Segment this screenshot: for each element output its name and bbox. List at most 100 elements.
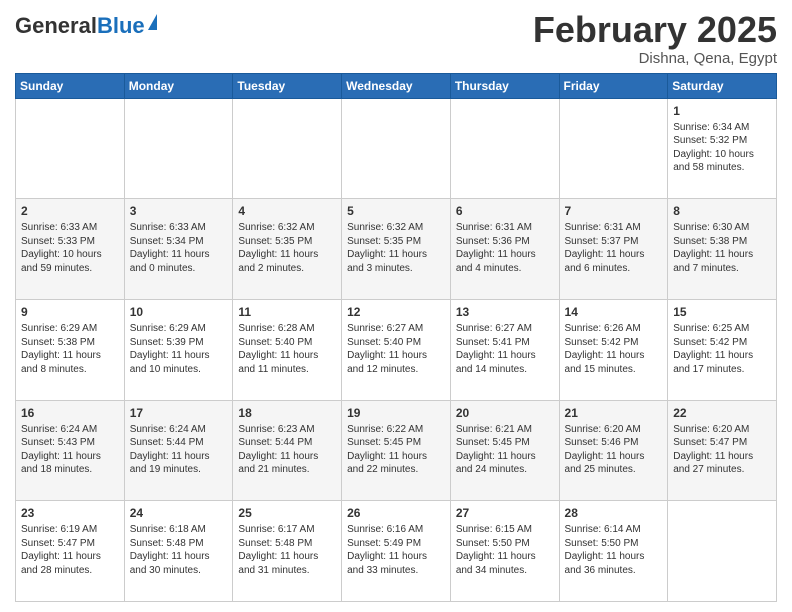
week-row-4: 16 Sunrise: 6:24 AM Sunset: 5:43 PM Dayli… (16, 400, 777, 501)
day-header-friday: Friday (559, 73, 668, 98)
day-number: 12 (347, 304, 445, 320)
day-cell: 17 Sunrise: 6:24 AM Sunset: 5:44 PM Dayli… (124, 400, 233, 501)
day-cell: 18 Sunrise: 6:23 AM Sunset: 5:44 PM Dayli… (233, 400, 342, 501)
day-header-saturday: Saturday (668, 73, 777, 98)
day-info: Sunrise: 6:26 AM Sunset: 5:42 PM Dayligh… (565, 322, 663, 376)
day-cell: 23 Sunrise: 6:19 AM Sunset: 5:47 PM Dayli… (16, 501, 125, 602)
day-info: Sunrise: 6:14 AM Sunset: 5:50 PM Dayligh… (565, 523, 663, 577)
day-info: Sunrise: 6:15 AM Sunset: 5:50 PM Dayligh… (456, 523, 554, 577)
day-info: Sunrise: 6:34 AM Sunset: 5:32 PM Dayligh… (673, 121, 771, 175)
day-cell (668, 501, 777, 602)
day-cell: 24Sunrise: 6:18 AM Sunset: 5:48 PM Dayli… (124, 501, 233, 602)
day-cell: 13 Sunrise: 6:27 AM Sunset: 5:41 PM Dayli… (450, 299, 559, 400)
day-cell: 20Sunrise: 6:21 AM Sunset: 5:45 PM Dayli… (450, 400, 559, 501)
month-title: February 2025 (533, 10, 777, 50)
day-number: 20 (456, 405, 554, 421)
day-cell: 2 Sunrise: 6:33 AM Sunset: 5:33 PM Daylig… (16, 199, 125, 300)
day-number: 17 (130, 405, 228, 421)
logo: GeneralBlue (15, 14, 157, 38)
day-number: 2 (21, 203, 119, 219)
week-row-1: 1 Sunrise: 6:34 AM Sunset: 5:32 PM Daylig… (16, 98, 777, 199)
day-header-thursday: Thursday (450, 73, 559, 98)
day-info: Sunrise: 6:31 AM Sunset: 5:36 PM Dayligh… (456, 221, 554, 275)
day-cell: 26 Sunrise: 6:16 AM Sunset: 5:49 PM Dayli… (342, 501, 451, 602)
day-info: Sunrise: 6:27 AM Sunset: 5:41 PM Dayligh… (456, 322, 554, 376)
day-info: Sunrise: 6:30 AM Sunset: 5:38 PM Dayligh… (673, 221, 771, 275)
title-block: February 2025 Dishna, Qena, Egypt (533, 10, 777, 67)
location: Dishna, Qena, Egypt (533, 50, 777, 67)
day-cell: 19Sunrise: 6:22 AM Sunset: 5:45 PM Dayli… (342, 400, 451, 501)
day-info: Sunrise: 6:20 AM Sunset: 5:47 PM Dayligh… (673, 423, 771, 477)
day-number: 9 (21, 304, 119, 320)
day-number: 7 (565, 203, 663, 219)
calendar-table: SundayMondayTuesdayWednesdayThursdayFrid… (15, 73, 777, 602)
day-number: 5 (347, 203, 445, 219)
day-info: Sunrise: 6:28 AM Sunset: 5:40 PM Dayligh… (238, 322, 336, 376)
day-info: Sunrise: 6:25 AM Sunset: 5:42 PM Dayligh… (673, 322, 771, 376)
day-number: 21 (565, 405, 663, 421)
day-cell: 4 Sunrise: 6:32 AM Sunset: 5:35 PM Daylig… (233, 199, 342, 300)
day-cell (559, 98, 668, 199)
day-info: Sunrise: 6:16 AM Sunset: 5:49 PM Dayligh… (347, 523, 445, 577)
day-info: Sunrise: 6:32 AM Sunset: 5:35 PM Dayligh… (238, 221, 336, 275)
day-number: 8 (673, 203, 771, 219)
day-number: 6 (456, 203, 554, 219)
day-cell: 15 Sunrise: 6:25 AM Sunset: 5:42 PM Dayli… (668, 299, 777, 400)
day-cell: 25 Sunrise: 6:17 AM Sunset: 5:48 PM Dayli… (233, 501, 342, 602)
day-cell: 9 Sunrise: 6:29 AM Sunset: 5:38 PM Daylig… (16, 299, 125, 400)
day-number: 23 (21, 505, 119, 521)
day-cell: 3 Sunrise: 6:33 AM Sunset: 5:34 PM Daylig… (124, 199, 233, 300)
day-cell: 12 Sunrise: 6:27 AM Sunset: 5:40 PM Dayli… (342, 299, 451, 400)
day-number: 25 (238, 505, 336, 521)
logo-text-block: GeneralBlue (15, 14, 157, 38)
day-number: 1 (673, 103, 771, 119)
day-cell: 6 Sunrise: 6:31 AM Sunset: 5:36 PM Daylig… (450, 199, 559, 300)
day-number: 4 (238, 203, 336, 219)
day-info: Sunrise: 6:27 AM Sunset: 5:40 PM Dayligh… (347, 322, 445, 376)
day-number: 24 (130, 505, 228, 521)
day-number: 15 (673, 304, 771, 320)
day-info: Sunrise: 6:22 AM Sunset: 5:45 PM Dayligh… (347, 423, 445, 477)
day-info: Sunrise: 6:29 AM Sunset: 5:38 PM Dayligh… (21, 322, 119, 376)
day-number: 3 (130, 203, 228, 219)
day-info: Sunrise: 6:31 AM Sunset: 5:37 PM Dayligh… (565, 221, 663, 275)
day-number: 18 (238, 405, 336, 421)
week-row-5: 23 Sunrise: 6:19 AM Sunset: 5:47 PM Dayli… (16, 501, 777, 602)
day-cell (233, 98, 342, 199)
day-number: 13 (456, 304, 554, 320)
day-cell: 7 Sunrise: 6:31 AM Sunset: 5:37 PM Daylig… (559, 199, 668, 300)
logo-general: GeneralBlue (15, 14, 145, 38)
header: GeneralBlue February 2025 Dishna, Qena, … (15, 10, 777, 67)
day-cell (16, 98, 125, 199)
day-cell: 22 Sunrise: 6:20 AM Sunset: 5:47 PM Dayli… (668, 400, 777, 501)
day-info: Sunrise: 6:24 AM Sunset: 5:44 PM Dayligh… (130, 423, 228, 477)
day-info: Sunrise: 6:24 AM Sunset: 5:43 PM Dayligh… (21, 423, 119, 477)
day-header-wednesday: Wednesday (342, 73, 451, 98)
week-row-2: 2 Sunrise: 6:33 AM Sunset: 5:33 PM Daylig… (16, 199, 777, 300)
day-info: Sunrise: 6:23 AM Sunset: 5:44 PM Dayligh… (238, 423, 336, 477)
day-cell: 10 Sunrise: 6:29 AM Sunset: 5:39 PM Dayli… (124, 299, 233, 400)
day-cell: 8 Sunrise: 6:30 AM Sunset: 5:38 PM Daylig… (668, 199, 777, 300)
day-info: Sunrise: 6:29 AM Sunset: 5:39 PM Dayligh… (130, 322, 228, 376)
day-info: Sunrise: 6:32 AM Sunset: 5:35 PM Dayligh… (347, 221, 445, 275)
day-number: 11 (238, 304, 336, 320)
day-number: 28 (565, 505, 663, 521)
calendar-header-row: SundayMondayTuesdayWednesdayThursdayFrid… (16, 73, 777, 98)
day-info: Sunrise: 6:19 AM Sunset: 5:47 PM Dayligh… (21, 523, 119, 577)
day-info: Sunrise: 6:33 AM Sunset: 5:33 PM Dayligh… (21, 221, 119, 275)
day-info: Sunrise: 6:17 AM Sunset: 5:48 PM Dayligh… (238, 523, 336, 577)
page: GeneralBlue February 2025 Dishna, Qena, … (0, 0, 792, 612)
day-cell: 27Sunrise: 6:15 AM Sunset: 5:50 PM Dayli… (450, 501, 559, 602)
day-header-monday: Monday (124, 73, 233, 98)
day-cell: 11 Sunrise: 6:28 AM Sunset: 5:40 PM Dayli… (233, 299, 342, 400)
day-number: 16 (21, 405, 119, 421)
day-info: Sunrise: 6:33 AM Sunset: 5:34 PM Dayligh… (130, 221, 228, 275)
day-cell: 16 Sunrise: 6:24 AM Sunset: 5:43 PM Dayli… (16, 400, 125, 501)
week-row-3: 9 Sunrise: 6:29 AM Sunset: 5:38 PM Daylig… (16, 299, 777, 400)
day-number: 14 (565, 304, 663, 320)
day-number: 10 (130, 304, 228, 320)
day-number: 26 (347, 505, 445, 521)
day-header-sunday: Sunday (16, 73, 125, 98)
day-cell: 21Sunrise: 6:20 AM Sunset: 5:46 PM Dayli… (559, 400, 668, 501)
day-number: 22 (673, 405, 771, 421)
